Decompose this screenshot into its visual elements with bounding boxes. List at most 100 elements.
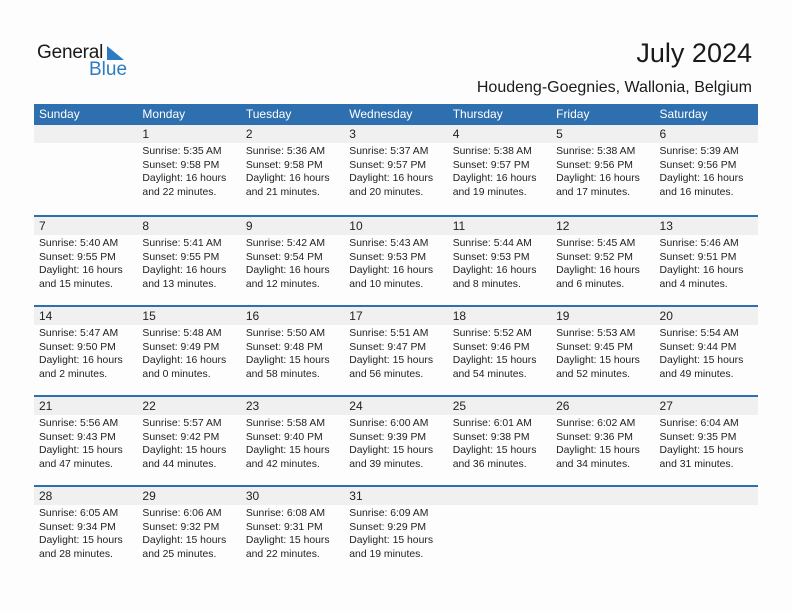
sunrise-time: Sunrise: 5:47 AM [39, 328, 119, 339]
week-cells: 14 Sunrise: 5:47 AM Sunset: 9:50 PM Dayligh… [34, 307, 758, 381]
daylight-hours: Daylight: 15 hours [556, 445, 640, 456]
daylight-minutes: and 12 minutes. [245, 278, 320, 290]
day-number: 30 [240, 487, 345, 505]
daylight-hours: Daylight: 15 hours [452, 445, 537, 456]
day-sun-info: Sunrise: 5:53 AM Sunset: 9:45 PM Daylight:… [551, 325, 654, 381]
day-number: 8 [137, 217, 241, 235]
daylight-hours: Daylight: 15 hours [556, 355, 640, 366]
daylight-minutes: and 44 minutes. [142, 458, 217, 470]
day-cell: 31 Sunrise: 6:09 AM Sunset: 9:29 PM Dayligh… [344, 487, 448, 561]
day-number: 27 [654, 397, 758, 415]
logo-triangle-icon [107, 46, 124, 60]
sunset-time: Sunset: 9:39 PM [349, 431, 427, 443]
day-number: 22 [137, 397, 241, 415]
sunset-time: Sunset: 9:34 PM [39, 521, 116, 533]
sunset-time: Sunset: 9:43 PM [39, 431, 116, 443]
day-number: 9 [240, 217, 345, 235]
sunrise-time: Sunrise: 5:36 AM [245, 146, 325, 157]
day-number: 16 [240, 307, 345, 325]
day-cell: 12 Sunrise: 5:45 AM Sunset: 9:52 PM Dayligh… [551, 217, 655, 291]
day-number: 3 [344, 125, 448, 143]
daylight-minutes: and 22 minutes. [142, 186, 217, 198]
sunrise-time: Sunrise: 5:37 AM [349, 146, 429, 157]
day-cell: 25 Sunrise: 6:01 AM Sunset: 9:38 PM Dayligh… [447, 397, 552, 471]
sunset-time: Sunset: 9:57 PM [452, 159, 530, 171]
weekday-thursday: Thursday [452, 107, 503, 121]
day-sun-info: Sunrise: 5:42 AM Sunset: 9:54 PM Daylight:… [241, 235, 344, 291]
day-number [551, 487, 655, 505]
day-sun-info: Sunrise: 6:02 AM Sunset: 9:36 PM Daylight:… [551, 415, 654, 471]
sunset-time: Sunset: 9:58 PM [245, 159, 323, 171]
day-cell: 9 Sunrise: 5:42 AM Sunset: 9:54 PM Daylight… [240, 217, 345, 291]
sunrise-time: Sunrise: 5:41 AM [142, 238, 222, 249]
daylight-hours: Daylight: 16 hours [349, 265, 434, 276]
week-cells: 28 Sunrise: 6:05 AM Sunset: 9:34 PM Dayligh… [34, 487, 758, 561]
calendar-week-row: 21 Sunrise: 5:56 AM Sunset: 9:43 PM Dayligh… [34, 395, 758, 485]
calendar-grid: Sunday Monday Tuesday Wednesday Thursday… [34, 104, 758, 575]
sunrise-time: Sunrise: 5:38 AM [556, 146, 636, 157]
sunrise-time: Sunrise: 5:40 AM [39, 238, 119, 249]
daylight-minutes: and 2 minutes. [39, 368, 108, 380]
daylight-minutes: and 52 minutes. [556, 368, 631, 380]
day-sun-info: Sunrise: 5:38 AM Sunset: 9:57 PM Daylight:… [448, 143, 551, 199]
sunrise-time: Sunrise: 5:42 AM [245, 238, 325, 249]
daylight-minutes: and 28 minutes. [39, 548, 113, 560]
day-sun-info: Sunrise: 5:44 AM Sunset: 9:53 PM Daylight:… [448, 235, 551, 291]
day-cell: 19 Sunrise: 5:53 AM Sunset: 9:45 PM Dayligh… [551, 307, 655, 381]
sunset-time: Sunset: 9:55 PM [142, 251, 220, 263]
daylight-minutes: and 4 minutes. [659, 278, 728, 290]
daylight-minutes: and 8 minutes. [452, 278, 521, 290]
sunset-time: Sunset: 9:45 PM [556, 341, 633, 353]
daylight-minutes: and 36 minutes. [452, 458, 527, 470]
day-number: 4 [447, 125, 552, 143]
sunrise-time: Sunrise: 5:43 AM [349, 238, 429, 249]
day-sun-info: Sunrise: 6:09 AM Sunset: 9:29 PM Daylight:… [344, 505, 447, 561]
day-number: 23 [240, 397, 345, 415]
sunset-time: Sunset: 9:47 PM [349, 341, 427, 353]
daylight-hours: Daylight: 16 hours [452, 265, 537, 276]
day-sun-info: Sunrise: 5:35 AM Sunset: 9:58 PM Daylight:… [137, 143, 240, 199]
sunset-time: Sunset: 9:51 PM [659, 251, 737, 263]
daylight-hours: Daylight: 16 hours [556, 173, 640, 184]
daylight-hours: Daylight: 16 hours [39, 265, 123, 276]
day-number: 28 [34, 487, 138, 505]
day-number: 29 [137, 487, 241, 505]
day-number: 26 [551, 397, 655, 415]
calendar-week-row: 28 Sunrise: 6:05 AM Sunset: 9:34 PM Dayligh… [34, 485, 758, 575]
sunrise-time: Sunrise: 6:02 AM [556, 418, 636, 429]
daylight-hours: Daylight: 15 hours [142, 445, 227, 456]
sunset-time: Sunset: 9:40 PM [245, 431, 323, 443]
day-sun-info: Sunrise: 6:04 AM Sunset: 9:35 PM Daylight:… [655, 415, 758, 471]
daylight-hours: Daylight: 16 hours [659, 173, 744, 184]
empty-day-cell [551, 487, 655, 561]
sunrise-time: Sunrise: 5:58 AM [245, 418, 325, 429]
day-sun-info: Sunrise: 5:39 AM Sunset: 9:56 PM Daylight:… [655, 143, 758, 199]
day-cell: 27 Sunrise: 6:04 AM Sunset: 9:35 PM Dayligh… [654, 397, 758, 471]
daylight-hours: Daylight: 16 hours [142, 355, 227, 366]
day-number: 1 [137, 125, 241, 143]
daylight-hours: Daylight: 16 hours [245, 265, 330, 276]
day-sun-info: Sunrise: 5:54 AM Sunset: 9:44 PM Daylight:… [655, 325, 758, 381]
daylight-hours: Daylight: 16 hours [556, 265, 640, 276]
sunset-time: Sunset: 9:49 PM [142, 341, 220, 353]
sunset-time: Sunset: 9:48 PM [245, 341, 323, 353]
day-number: 15 [137, 307, 241, 325]
daylight-hours: Daylight: 15 hours [349, 445, 434, 456]
daylight-minutes: and 15 minutes. [39, 278, 113, 290]
day-cell: 4 Sunrise: 5:38 AM Sunset: 9:57 PM Daylight… [447, 125, 552, 199]
day-sun-info: Sunrise: 5:41 AM Sunset: 9:55 PM Daylight:… [137, 235, 240, 291]
sunrise-time: Sunrise: 5:51 AM [349, 328, 429, 339]
day-sun-info: Sunrise: 5:48 AM Sunset: 9:49 PM Daylight:… [137, 325, 240, 381]
daylight-hours: Daylight: 15 hours [659, 355, 744, 366]
daylight-hours: Daylight: 15 hours [245, 535, 330, 546]
daylight-hours: Daylight: 15 hours [39, 445, 123, 456]
daylight-hours: Daylight: 15 hours [349, 535, 434, 546]
daylight-hours: Daylight: 15 hours [659, 445, 744, 456]
sunset-time: Sunset: 9:55 PM [39, 251, 116, 263]
daylight-hours: Daylight: 15 hours [245, 445, 330, 456]
daylight-minutes: and 19 minutes. [452, 186, 527, 198]
sunrise-time: Sunrise: 6:00 AM [349, 418, 429, 429]
day-sun-info: Sunrise: 5:50 AM Sunset: 9:48 PM Daylight:… [241, 325, 344, 381]
day-number: 6 [654, 125, 758, 143]
sunset-time: Sunset: 9:57 PM [349, 159, 427, 171]
